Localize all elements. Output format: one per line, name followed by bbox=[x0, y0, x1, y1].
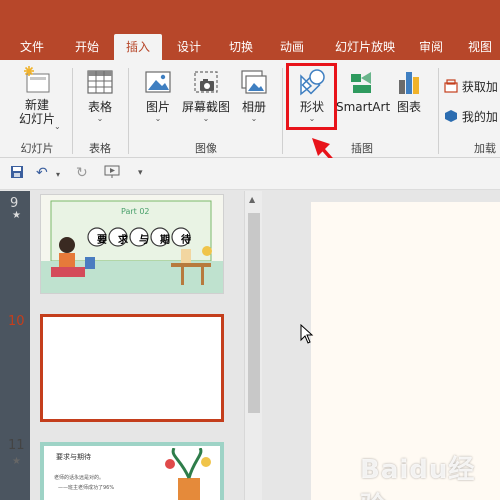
slide-number: 10 bbox=[8, 314, 25, 329]
tab-home[interactable]: 开始 bbox=[62, 34, 112, 60]
smartart-button[interactable]: SmartArt bbox=[336, 68, 391, 114]
photo-album-chevron-icon: ⌄ bbox=[250, 114, 258, 123]
undo-dropdown-icon[interactable]: ▾ bbox=[56, 170, 60, 179]
slide-9-part-label: Part 02 bbox=[121, 207, 150, 216]
table-button[interactable]: 表格 ⌄ bbox=[80, 68, 120, 124]
ribbon-tab-bar: 文件 开始 插入 设计 切换 动画 幻灯片放映 审阅 视图 bbox=[0, 34, 500, 60]
ribbon-separator bbox=[72, 68, 73, 154]
slide-9-title-char: 待 bbox=[181, 235, 191, 246]
tab-animations[interactable]: 动画 bbox=[270, 34, 314, 60]
screenshot-icon bbox=[194, 71, 218, 93]
slide-number: 11 bbox=[8, 438, 25, 453]
thumbnails-scrollbar[interactable]: ▲ bbox=[244, 191, 262, 500]
watermark: Baidu经验 bbox=[360, 455, 476, 500]
group-label-slides: 幻灯片 bbox=[20, 142, 54, 155]
ribbon-separator bbox=[282, 68, 283, 154]
get-addins-button[interactable]: 获取加 bbox=[444, 78, 498, 96]
ribbon-separator bbox=[128, 68, 129, 154]
screenshot-label: 屏幕截图 bbox=[181, 100, 230, 114]
group-label-addins: 加载 bbox=[474, 142, 496, 155]
tab-insert[interactable]: 插入 bbox=[114, 34, 162, 60]
smartart-icon bbox=[351, 72, 371, 93]
highlight-box bbox=[286, 63, 337, 130]
slide-thumbnail-10[interactable] bbox=[40, 314, 224, 422]
scrollbar-thumb[interactable] bbox=[248, 213, 260, 413]
animation-star-icon: ★ bbox=[12, 210, 21, 221]
slide-number: 9 bbox=[10, 196, 19, 211]
slide-11-heading: 要求与期待 bbox=[56, 453, 91, 461]
slide-thumbnail-11[interactable]: 要求与期待 老师的话永远是对的。 ——班主老师成功了96% bbox=[40, 442, 224, 500]
mouse-cursor-icon bbox=[300, 324, 314, 344]
new-slide-label-line1: 新建 bbox=[24, 98, 49, 112]
slide-thumbnail-9[interactable]: Part 02 要 求 与 期 待 bbox=[40, 194, 224, 294]
new-slide-chevron-icon[interactable]: ⌄ bbox=[54, 122, 61, 131]
picture-chevron-icon: ⌄ bbox=[154, 114, 162, 123]
photo-album-icon bbox=[241, 70, 267, 94]
chart-label: 图表 bbox=[396, 100, 421, 114]
present-from-start-icon[interactable] bbox=[104, 165, 120, 183]
photo-album-button[interactable]: 相册 ⌄ bbox=[236, 68, 272, 124]
my-addins-label: 我的加 bbox=[461, 110, 498, 124]
tab-design[interactable]: 设计 bbox=[166, 34, 212, 60]
new-slide-icon bbox=[24, 66, 50, 93]
slide-9-title-char: 期 bbox=[160, 235, 170, 246]
get-addins-label: 获取加 bbox=[461, 80, 498, 94]
table-label: 表格 bbox=[87, 100, 112, 114]
picture-button[interactable]: 图片 ⌄ bbox=[138, 68, 178, 124]
slide-11-text-line: ——班主老师成功了96% bbox=[58, 485, 115, 491]
slide-11-text-line: 老师的话永远是对的。 bbox=[54, 475, 105, 481]
screenshot-chevron-icon: ⌄ bbox=[202, 114, 210, 123]
quick-access-toolbar: ↶ ▾ ↻ ▾ bbox=[0, 158, 500, 190]
ribbon: 新建 幻灯片 ⌄ 表格 ⌄ 图片 ⌄ 屏幕截图 ⌄ 相册 ⌄ 形状 ⌄ Smar… bbox=[0, 60, 500, 158]
chart-icon bbox=[399, 72, 419, 94]
picture-icon bbox=[145, 71, 171, 93]
slide-9-title-char: 与 bbox=[139, 235, 149, 246]
customize-qat-icon[interactable]: ▾ bbox=[138, 168, 143, 178]
undo-icon[interactable]: ↶ bbox=[36, 165, 48, 181]
tab-transitions[interactable]: 切换 bbox=[218, 34, 264, 60]
tab-slideshow[interactable]: 幻灯片放映 bbox=[324, 34, 406, 60]
my-addins-button[interactable]: 我的加 bbox=[444, 108, 498, 126]
photo-album-label: 相册 bbox=[241, 100, 266, 114]
screenshot-button[interactable]: 屏幕截图 ⌄ bbox=[180, 68, 232, 124]
smartart-label: SmartArt bbox=[336, 100, 391, 114]
group-label-images: 图像 bbox=[195, 142, 217, 155]
slide-11-plant-illustration bbox=[165, 448, 211, 500]
animation-star-icon: ★ bbox=[12, 456, 21, 467]
store-icon bbox=[444, 79, 458, 93]
ribbon-separator bbox=[438, 68, 439, 154]
tab-review[interactable]: 审阅 bbox=[410, 34, 452, 60]
table-chevron-icon: ⌄ bbox=[96, 114, 104, 123]
group-label-tables: 表格 bbox=[89, 142, 111, 155]
tab-view[interactable]: 视图 bbox=[460, 34, 500, 60]
table-icon bbox=[87, 70, 113, 94]
redo-icon[interactable]: ↻ bbox=[76, 165, 88, 181]
scroll-up-icon[interactable]: ▲ bbox=[249, 195, 255, 204]
new-slide-button[interactable]: 新建 幻灯片 bbox=[8, 64, 66, 126]
save-icon[interactable] bbox=[10, 165, 24, 183]
chart-button[interactable]: 图表 bbox=[390, 68, 428, 114]
slide-9-title-char: 要 bbox=[97, 235, 107, 246]
slide-9-title-char: 求 bbox=[118, 235, 128, 246]
title-bar bbox=[0, 0, 500, 34]
picture-label: 图片 bbox=[145, 100, 170, 114]
tab-file[interactable]: 文件 bbox=[10, 34, 54, 60]
left-edge-strip bbox=[0, 191, 30, 500]
addins-icon bbox=[445, 110, 457, 122]
